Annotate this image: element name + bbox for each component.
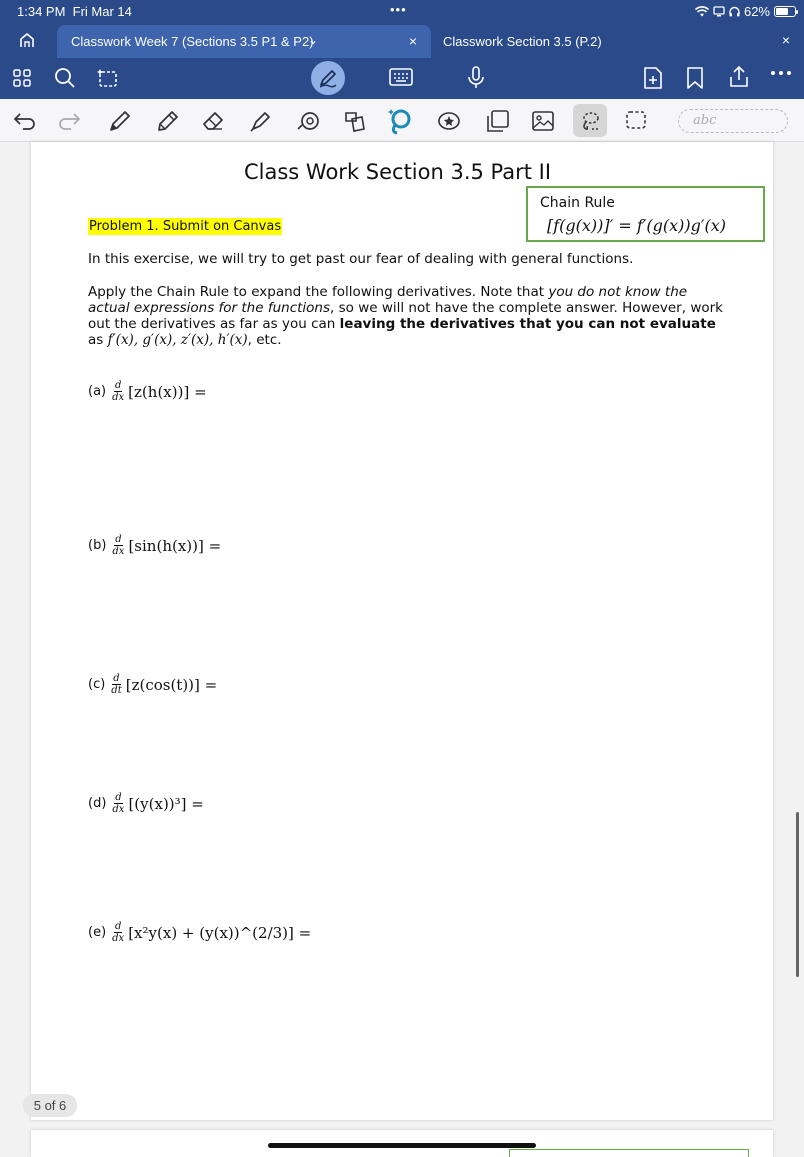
magic-select-icon[interactable] xyxy=(96,66,120,90)
undo-icon[interactable] xyxy=(13,110,37,130)
headphones-icon xyxy=(729,6,740,17)
share-icon[interactable] xyxy=(727,65,751,89)
exercise-d: (d) d dx [(y(x))³] = xyxy=(88,792,204,815)
text-box-tool[interactable]: abc xyxy=(678,109,788,133)
exercise-c: (c) d dt [z(cos(t))] = xyxy=(88,673,218,696)
page-title: Class Work Section 3.5 Part II xyxy=(244,160,552,184)
page-indicator[interactable]: 5 of 6 xyxy=(23,1094,77,1117)
elements-tool-icon[interactable] xyxy=(385,106,415,136)
problem-heading: Problem 1. Submit on Canvas xyxy=(88,218,283,235)
eraser-tool-icon[interactable] xyxy=(201,109,225,133)
close-tab-icon[interactable]: × xyxy=(409,33,417,49)
close-tab-icon[interactable]: × xyxy=(782,32,790,48)
shapes-tool-icon[interactable] xyxy=(296,109,322,133)
exercise-a: (a) d dx [z(h(x))] = xyxy=(88,380,207,403)
tab-bar: Classwork Week 7 (Sections 3.5 P1 & P2) … xyxy=(0,24,804,58)
tab-classwork-week7[interactable]: Classwork Week 7 (Sections 3.5 P1 & P2) … xyxy=(57,25,431,58)
selection-lasso-icon[interactable] xyxy=(573,104,607,137)
chevron-down-icon[interactable]: ⌄ xyxy=(308,33,318,47)
keyboard-icon[interactable] xyxy=(389,68,413,86)
microphone-icon[interactable] xyxy=(466,66,486,90)
more-options-icon[interactable] xyxy=(770,70,792,76)
redo-icon[interactable] xyxy=(57,110,81,130)
chain-rule-box: Chain Rule [f(g(x))]′ = f′(g(x))g′(x) xyxy=(526,186,765,242)
chain-rule-formula: [f(g(x))]′ = f′(g(x))g′(x) xyxy=(547,216,727,235)
status-right: 62% xyxy=(694,4,798,19)
image-icon[interactable] xyxy=(531,109,555,133)
battery-percent: 62% xyxy=(743,4,770,19)
next-page-box-edge xyxy=(509,1149,749,1157)
highlighter-tool-icon[interactable] xyxy=(249,109,273,133)
wifi-icon xyxy=(694,6,709,17)
pencil-tool-icon[interactable] xyxy=(156,109,180,133)
document-page: Class Work Section 3.5 Part II Chain Rul… xyxy=(31,142,773,1120)
sticker-tool-icon[interactable] xyxy=(437,109,463,133)
home-indicator[interactable] xyxy=(268,1143,536,1148)
scrollbar[interactable] xyxy=(796,812,799,977)
top-toolbar xyxy=(0,58,804,99)
battery-icon xyxy=(774,6,798,17)
tab-label: Classwork Week 7 (Sections 3.5 P1 & P2) xyxy=(71,34,314,49)
tab-classwork-section[interactable]: Classwork Section 3.5 (P.2) xyxy=(443,34,602,49)
instructions-text: Apply the Chain Rule to expand the follo… xyxy=(88,284,723,348)
multitasking-dots[interactable]: ••• xyxy=(390,2,407,17)
intro-text: In this exercise, we will try to get pas… xyxy=(88,251,634,267)
pen-mode-icon[interactable] xyxy=(311,61,345,95)
drawing-toolbar: abc xyxy=(0,99,804,142)
grid-view-icon[interactable] xyxy=(12,68,32,88)
pen-tool-icon[interactable] xyxy=(108,109,132,133)
sticky-note-icon[interactable] xyxy=(486,109,510,133)
exercise-e: (e) d dx [x²y(x) + (y(x))^(2/3)] = xyxy=(88,921,312,944)
bookmark-icon[interactable] xyxy=(686,67,704,89)
lasso-tool-icon[interactable] xyxy=(342,109,368,135)
status-bar: 1:34 PM Fri Mar 14 ••• 62% xyxy=(0,0,804,24)
search-icon[interactable] xyxy=(54,67,76,89)
screen-mirror-icon xyxy=(713,6,725,17)
exercise-b: (b) d dx [sin(h(x))] = xyxy=(88,534,222,557)
add-page-icon[interactable] xyxy=(642,66,664,90)
chain-rule-title: Chain Rule xyxy=(540,195,615,211)
rectangle-select-icon[interactable] xyxy=(625,109,647,131)
home-icon[interactable] xyxy=(18,31,36,54)
status-time: 1:34 PM Fri Mar 14 xyxy=(17,4,132,19)
